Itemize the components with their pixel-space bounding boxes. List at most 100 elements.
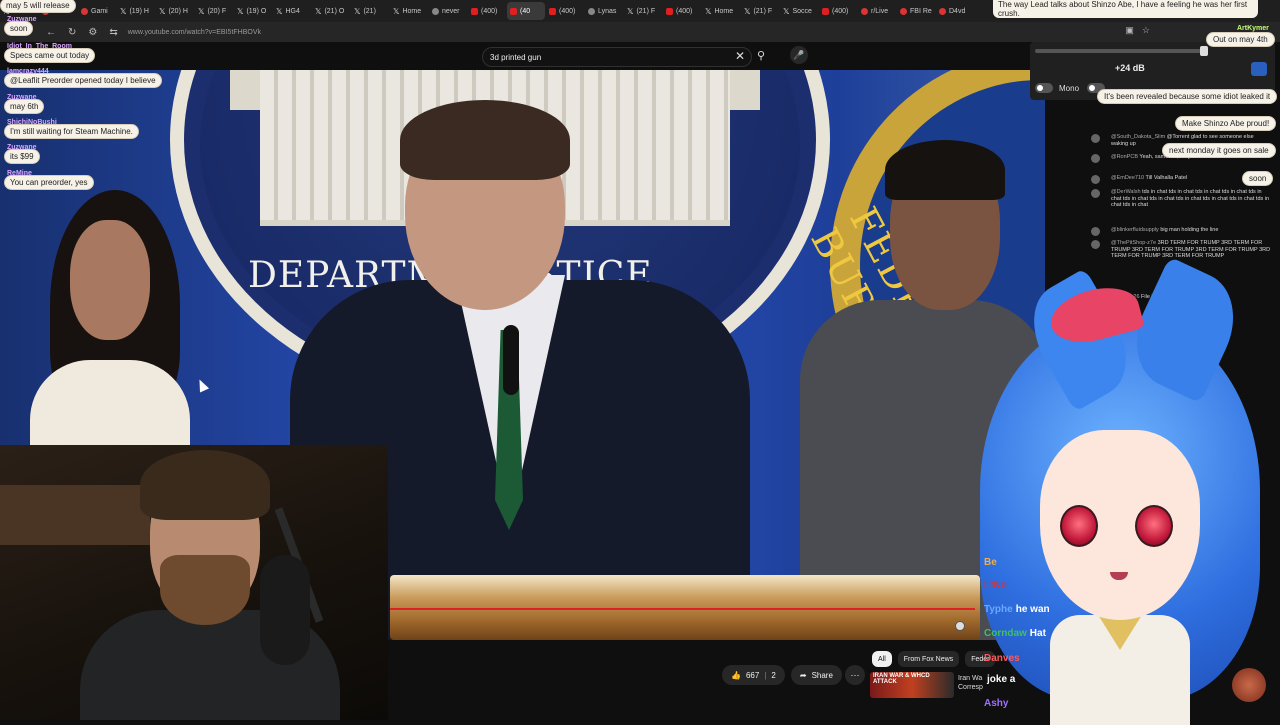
browser-tab[interactable]: never <box>429 2 467 20</box>
browser-tab[interactable]: (400) <box>819 2 857 20</box>
browser-tab[interactable]: 𝕏 (20) F <box>195 2 233 20</box>
youtube-icon <box>822 7 829 15</box>
browser-tab[interactable]: 𝕏 (20) H <box>156 2 194 20</box>
bookmark-icon[interactable]: ☆ <box>1142 25 1150 36</box>
browser-tab[interactable]: Lynas <box>585 2 623 20</box>
name-tag-text: he wan <box>1015 604 1050 615</box>
search-icon[interactable]: ⚲ <box>757 49 765 62</box>
url-text[interactable]: www.youtube.com/watch?v=EBI5tFHBOVk <box>128 29 261 36</box>
browser-tab[interactable]: r/Live <box>858 2 896 20</box>
chat-name-tag: Typhe he wan <box>984 604 1050 615</box>
browser-tab[interactable]: 𝕏 (19) H <box>117 2 155 20</box>
search-input[interactable]: 3d printed gun <box>482 47 752 67</box>
chat-message: its $99 <box>5 150 39 163</box>
chat-name-tag: Danves <box>984 653 1020 664</box>
tab-title: Home <box>714 7 734 15</box>
live-chat-message: @blinkerfluidsupply big man holding the … <box>1111 227 1271 234</box>
share-button[interactable]: ➦ Share <box>790 665 842 685</box>
live-chat-message: @ThePitShop-z7e 3RD TERM FOR TRUMP 3RD T… <box>1111 240 1271 260</box>
browser-tab[interactable]: 𝕏 (21) F <box>741 2 779 20</box>
speaker-hair <box>400 100 570 180</box>
chat-message: Specs came out today <box>5 49 95 62</box>
x-logo-icon: 𝕏 <box>393 6 400 16</box>
back-icon[interactable]: ← <box>46 27 56 38</box>
clear-search-icon[interactable]: ✕ <box>735 49 745 63</box>
name-tag-text: joke a <box>987 674 1016 685</box>
site-favicon-icon <box>861 7 868 15</box>
browser-tab[interactable]: 𝕏 (19) O <box>234 2 272 20</box>
recommended-video-thumbnail[interactable]: IRAN WAR & WHCD ATTACK <box>870 672 954 698</box>
tab-title: (400) <box>832 7 849 15</box>
chip-all[interactable]: All <box>872 651 892 667</box>
chat-avatar <box>1091 154 1100 163</box>
site-favicon-icon <box>900 7 907 15</box>
video-progress-bar[interactable] <box>390 608 975 610</box>
chip-from-fox-news[interactable]: From Fox News <box>897 651 960 667</box>
browser-tab[interactable]: 𝕏 Socce <box>780 2 818 20</box>
x-logo-icon: 𝕏 <box>705 6 712 16</box>
x-logo-icon: 𝕏 <box>120 6 127 16</box>
chat-name-tag: joke a <box>984 674 1015 685</box>
share-icon: ➦ <box>799 670 807 680</box>
site-favicon-icon <box>939 7 946 15</box>
mono-label: Mono <box>1059 84 1080 93</box>
browser-tab[interactable]: (400) <box>663 2 701 20</box>
search-value: 3d printed gun <box>490 52 542 62</box>
tab-title: (20) F <box>207 7 227 15</box>
chat-avatar <box>1232 668 1266 702</box>
chat-username: @ThePitShop-z7e <box>1111 240 1158 246</box>
name-tag-user: Typhe <box>984 604 1013 615</box>
thumbnail-text: IRAN WAR & WHCD ATTACK <box>873 673 930 685</box>
x-logo-icon: 𝕏 <box>354 6 361 16</box>
tab-title: D4vd <box>949 7 966 15</box>
x-logo-icon: 𝕏 <box>744 6 751 16</box>
chat-avatar <box>1091 134 1100 143</box>
browser-tab[interactable]: D4vd <box>936 2 974 20</box>
like-button[interactable]: 👍 667 | 2 <box>722 665 785 685</box>
volume-slider-knob[interactable] <box>1200 46 1208 56</box>
chat-message: @Leaflit Preorder opened today I believe <box>5 74 161 87</box>
youtube-icon <box>471 7 478 15</box>
more-label: ··· <box>850 670 860 680</box>
more-options-button[interactable]: ··· <box>845 665 865 685</box>
reload-icon[interactable]: ↻ <box>68 27 76 38</box>
chat-username: @South_Dakota_Slim <box>1111 134 1167 140</box>
browser-tab[interactable]: (400) <box>468 2 506 20</box>
settings-icon[interactable]: ⚙ <box>88 27 97 38</box>
tab-title: (400) <box>481 7 498 15</box>
like-count: 667 <box>745 670 760 680</box>
browser-tab[interactable]: (400) <box>546 2 584 20</box>
browser-tab[interactable]: 𝕏 HG4 <box>273 2 311 20</box>
lock-icon[interactable]: ⇆ <box>109 27 117 38</box>
browser-tab[interactable]: 𝕏 (21) F <box>624 2 662 20</box>
tab-title: FBI Re <box>910 7 932 15</box>
streamer-webcam <box>0 445 388 720</box>
chat-message: You can preorder, yes <box>5 176 93 189</box>
browser-tab[interactable]: 𝕏 Home <box>702 2 740 20</box>
browser-tab[interactable]: 𝕏 Home <box>390 2 428 20</box>
browser-tab[interactable]: 𝕏 (21) O <box>312 2 350 20</box>
mono-toggle[interactable] <box>1035 83 1053 93</box>
chat-username: @EmDee710 <box>1111 175 1146 181</box>
chat-avatar <box>1091 189 1100 198</box>
tab-title: (19) H <box>129 7 149 15</box>
chat-username: ArtKymer <box>1237 25 1269 32</box>
extension-badge-icon[interactable] <box>1251 62 1267 76</box>
volume-slider[interactable] <box>1035 49 1205 53</box>
extension-icon[interactable]: ▣ <box>1125 25 1134 36</box>
browser-tab[interactable]: FBI Re <box>897 2 935 20</box>
browser-tab[interactable]: Gami <box>78 2 116 20</box>
browser-tab[interactable]: 𝕏 (21) <box>351 2 389 20</box>
name-tag-user: Danves <box>984 653 1020 664</box>
browser-tab[interactable]: (40 <box>507 2 545 20</box>
chat-username: @blinkerfluidsupply <box>1111 227 1161 233</box>
microphone-icon[interactable]: 🎤 <box>790 46 808 64</box>
tab-title: (19) O <box>246 7 267 15</box>
chat-text: big man holding the line <box>1160 227 1219 233</box>
chat-message: soon <box>5 22 33 35</box>
chat-avatar <box>1091 175 1100 184</box>
video-actions: 👍 667 | 2 ➦ Share <box>722 665 842 685</box>
address-bar-row: ← ↻ ⚙ ⇆ www.youtube.com/watch?v=EBI5tFHB… <box>0 22 1280 42</box>
youtube-icon <box>510 7 517 15</box>
x-logo-icon: 𝕏 <box>237 6 244 16</box>
